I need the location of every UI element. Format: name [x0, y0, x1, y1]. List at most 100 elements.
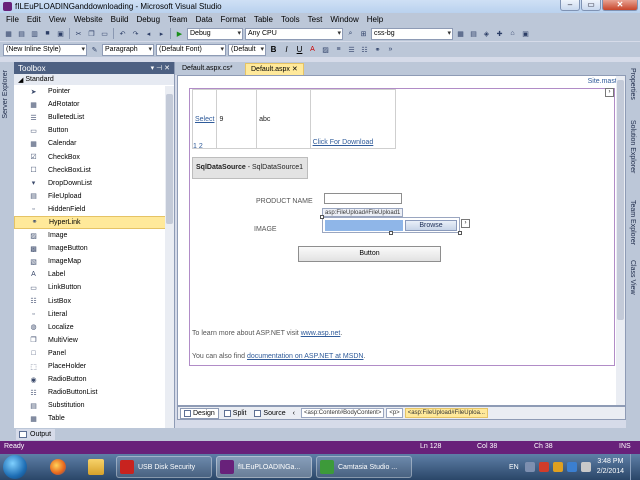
menu-tools[interactable]: Tools	[277, 15, 304, 24]
product-name-textbox[interactable]	[324, 193, 402, 204]
explorer-taskbar-icon[interactable]	[78, 456, 114, 478]
gridview-pager[interactable]: 1 2	[193, 143, 203, 150]
font-size-select[interactable]: (Default	[228, 43, 266, 56]
close-button[interactable]: ✕	[602, 0, 638, 11]
menu-data[interactable]: Data	[192, 15, 217, 24]
find-in-files-icon[interactable]: ⊞	[358, 28, 369, 39]
toolbox-item-listbox[interactable]: ☷ ListBox	[14, 295, 174, 308]
style-select[interactable]: (New Inline Style)	[3, 43, 87, 56]
object-browser-icon[interactable]: ◈	[481, 28, 492, 39]
toolbox-item-pointer[interactable]: ➤ Pointer	[14, 85, 174, 98]
source-view-button[interactable]: Source	[251, 408, 288, 419]
team-explorer-tab[interactable]: Team Explorer	[629, 200, 636, 245]
browse-button[interactable]: Browse	[405, 220, 457, 231]
solution-configuration-select[interactable]: Debug	[187, 27, 243, 40]
new-style-icon[interactable]: ✎	[89, 44, 100, 55]
toolbox-item-checkbox[interactable]: ☑ CheckBox	[14, 150, 174, 163]
start-debugging-icon[interactable]: ▶	[174, 28, 185, 39]
breadcrumb-p[interactable]: <p>	[386, 408, 403, 418]
foreground-color-icon[interactable]: A	[307, 44, 318, 55]
menu-team[interactable]: Team	[164, 15, 192, 24]
toolbox-item-button[interactable]: ▭ Button	[14, 124, 174, 137]
paste-icon[interactable]: ▭	[99, 28, 110, 39]
resize-handle[interactable]	[320, 215, 324, 219]
maximize-button[interactable]: ▭	[581, 0, 601, 11]
menu-build[interactable]: Build	[107, 15, 133, 24]
scrollbar-thumb[interactable]	[617, 80, 624, 320]
select-link[interactable]: Select	[195, 116, 214, 123]
font-name-select[interactable]: (Default Font)	[156, 43, 226, 56]
class-view-tab[interactable]: Class View	[629, 260, 636, 295]
toolbox-item-multiview[interactable]: ❐ MultiView	[14, 334, 174, 347]
toolbox-icon[interactable]: ✚	[494, 28, 505, 39]
toolbox-item-image[interactable]: ▨ Image	[14, 229, 174, 242]
css-class-select[interactable]: css-bg	[371, 27, 453, 40]
clock[interactable]: 3:48 PM 2/2/2014	[597, 457, 624, 477]
server-explorer-tab[interactable]: Server Explorer	[2, 70, 9, 119]
volume-icon[interactable]	[580, 462, 591, 472]
new-project-icon[interactable]: ▦	[3, 28, 14, 39]
toolbox-item-placeholder[interactable]: ⬚ PlaceHolder	[14, 360, 174, 373]
underline-button[interactable]: U	[294, 45, 305, 54]
solution-explorer-tab[interactable]: Solution Explorer	[629, 120, 636, 173]
menu-help[interactable]: Help	[363, 15, 387, 24]
undo-icon[interactable]: ↶	[117, 28, 128, 39]
toolbox-item-adrotator[interactable]: ▦ AdRotator	[14, 98, 174, 111]
keyboard-icon[interactable]	[524, 462, 535, 472]
toolbox-item-label[interactable]: A Label	[14, 268, 174, 281]
resize-handle[interactable]	[458, 231, 462, 235]
sqldatasource-control[interactable]: SqlDataSource - SqlDataSource1	[192, 157, 308, 179]
submit-button[interactable]: Button	[298, 246, 441, 262]
toolbox-item-radiobuttonlist[interactable]: ☷ RadioButtonList	[14, 386, 174, 399]
smart-tag-icon[interactable]: ›	[461, 219, 470, 228]
design-view-button[interactable]: Design	[180, 407, 219, 419]
menu-website[interactable]: Website	[70, 15, 107, 24]
editor-scrollbar[interactable]	[616, 76, 625, 405]
breadcrumb-body-content[interactable]: <asp:Content#BodyContent>	[300, 408, 385, 418]
toolbox-item-panel[interactable]: □ Panel	[14, 347, 174, 360]
hyperlink-icon[interactable]: ⚭	[372, 44, 383, 55]
navigate-forward-icon[interactable]: ▸	[156, 28, 167, 39]
close-tab-icon[interactable]: ✕	[292, 66, 298, 73]
minimize-button[interactable]: –	[560, 0, 580, 11]
tag-navigator-back-icon[interactable]: ‹	[291, 408, 297, 419]
pin-icon[interactable]: ▾ ⊣ ✕	[151, 64, 170, 72]
master-smart-tag-icon[interactable]: ›	[605, 88, 614, 97]
solution-platform-select[interactable]: Any CPU	[245, 27, 343, 40]
msdn-link[interactable]: documentation on ASP.NET at MSDN	[247, 353, 363, 360]
toolbox-item-imagemap[interactable]: ▧ ImageMap	[14, 255, 174, 268]
background-color-icon[interactable]: ▨	[320, 44, 331, 55]
breadcrumb-fileupload[interactable]: <asp:FileUpload#FileUploa...	[404, 408, 488, 418]
body-content-region[interactable]: Select 9 abc Click For Download 1 2 SqlD…	[189, 88, 615, 366]
open-file-icon[interactable]: ▥	[29, 28, 40, 39]
language-indicator[interactable]: EN	[509, 464, 519, 471]
toolbox-item-linkbutton[interactable]: ▭ LinkButton	[14, 281, 174, 294]
toolbox-item-literal[interactable]: ▫ Literal	[14, 308, 174, 321]
toolbox-item-bulletedlist[interactable]: ☰ BulletedList	[14, 111, 174, 124]
more-icon[interactable]: »	[385, 44, 396, 55]
numbered-list-icon[interactable]: ☷	[359, 44, 370, 55]
bulleted-list-icon[interactable]: ☰	[346, 44, 357, 55]
add-item-icon[interactable]: ▤	[16, 28, 27, 39]
start-button[interactable]	[3, 455, 27, 479]
toolbox-item-localize[interactable]: ◍ Localize	[14, 321, 174, 334]
italic-button[interactable]: I	[281, 45, 292, 54]
network-icon[interactable]	[566, 462, 577, 472]
taskbar-usb-disk-security[interactable]: USB Disk Security	[116, 456, 212, 478]
toolbox-item-table[interactable]: ▦ Table	[14, 412, 174, 425]
menu-view[interactable]: View	[45, 15, 70, 24]
properties-icon[interactable]: ▤	[468, 28, 479, 39]
fileupload-textbox[interactable]	[325, 220, 403, 231]
notification-icon[interactable]	[552, 462, 563, 472]
menu-window[interactable]: Window	[326, 15, 362, 24]
tab-default-aspx[interactable]: Default.aspx ✕	[245, 63, 304, 75]
navigate-back-icon[interactable]: ◂	[143, 28, 154, 39]
toolbox-item-imagebutton[interactable]: ▩ ImageButton	[14, 242, 174, 255]
menu-table[interactable]: Table	[250, 15, 277, 24]
block-format-select[interactable]: Paragraph	[102, 43, 154, 56]
redo-icon[interactable]: ↷	[130, 28, 141, 39]
firefox-taskbar-icon[interactable]	[40, 456, 76, 478]
solution-explorer-icon[interactable]: ▦	[455, 28, 466, 39]
save-icon[interactable]: ■	[42, 28, 53, 39]
toolbox-item-checkboxlist[interactable]: ☐ CheckBoxList	[14, 164, 174, 177]
